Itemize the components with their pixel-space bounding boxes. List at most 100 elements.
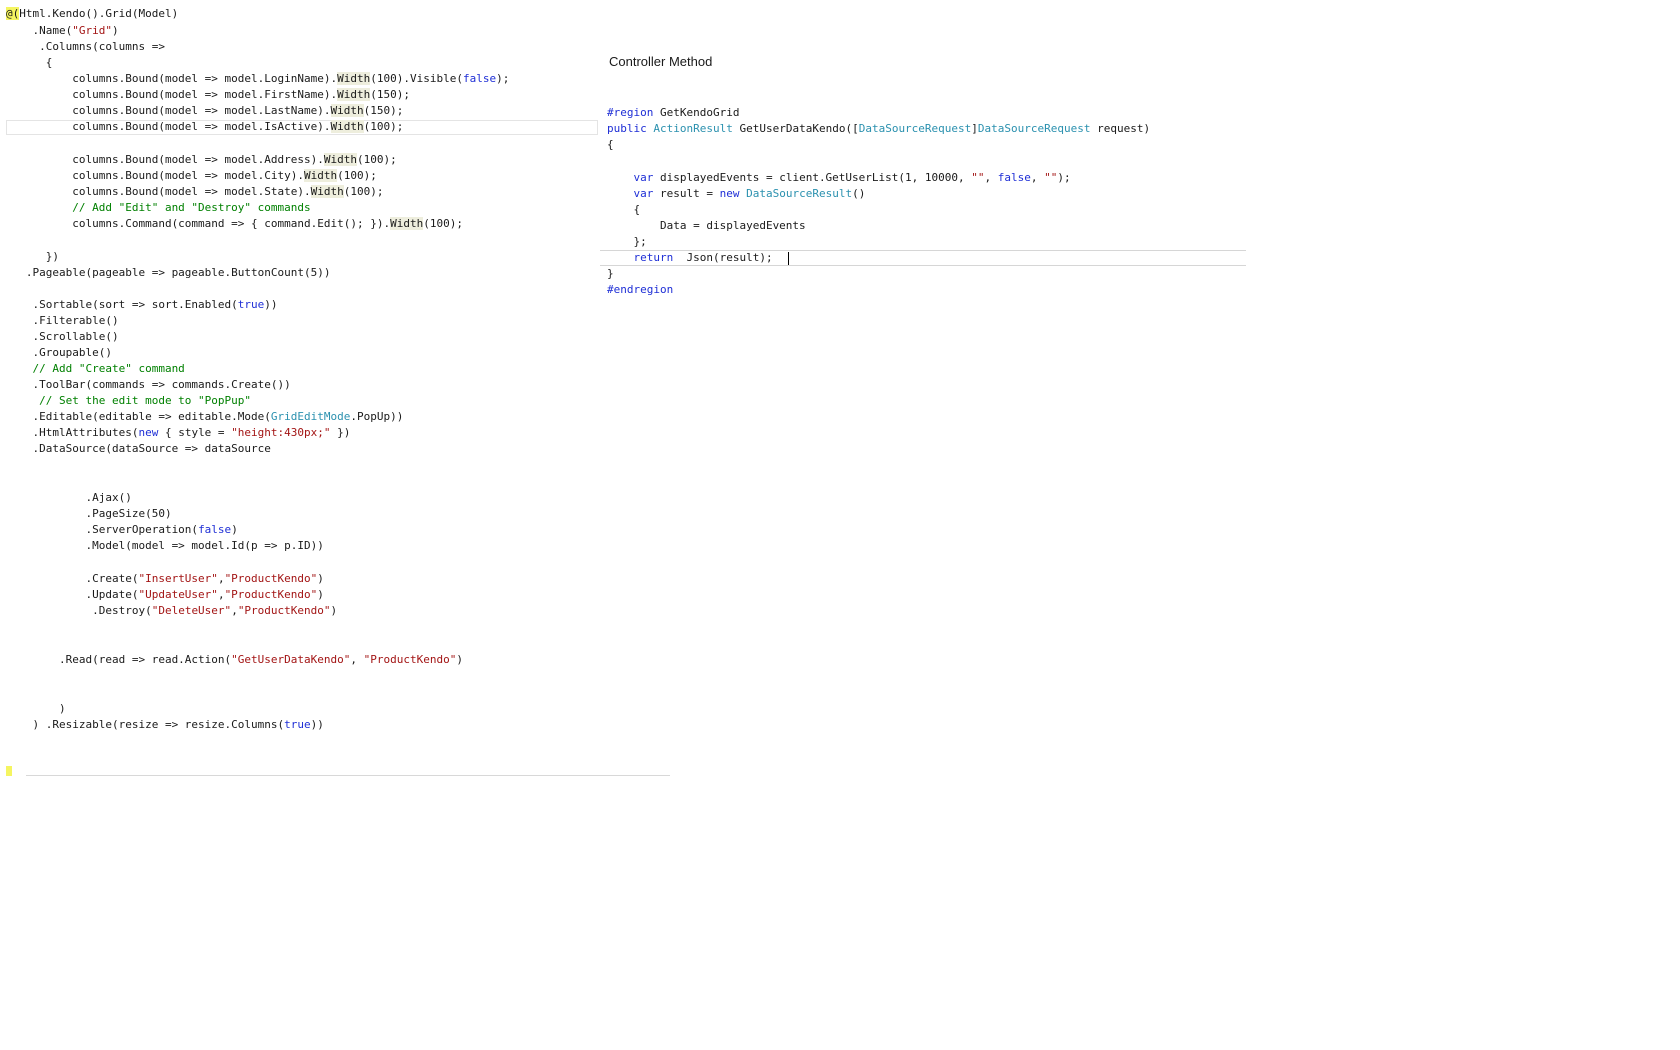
code-token: request) [1090,122,1151,135]
code-token: (150); [370,88,411,101]
text-caret [788,252,789,265]
code-line: .Ajax() [6,490,132,506]
code-line: var displayedEvents = client.GetUserList… [607,170,1071,186]
code-token: #endregion [607,283,674,296]
code-token: )) [264,298,278,311]
code-line: columns.Bound(model => model.LoginName).… [6,71,509,87]
code-token: columns.Bound(model => model.City). [6,169,305,182]
code-token: Width [337,72,371,85]
code-token: return [633,251,674,264]
code-line: return Json(result); [607,250,773,266]
code-token: columns.Bound(model => model.IsActive). [6,120,331,133]
code-token: }) [330,426,351,439]
code-token: (100).Visible( [370,72,463,85]
code-token: "ProductKendo" [224,572,318,585]
code-token: }; [607,235,647,248]
code-line: var result = new DataSourceResult() [607,186,866,202]
code-line: Data = displayedEvents [607,218,806,234]
code-token: "GetUserDataKendo" [231,653,351,666]
code-token: var [633,187,654,200]
code-line: public ActionResult GetUserDataKendo([Da… [607,121,1150,137]
code-token: Width [310,185,344,198]
code-line: .Destroy("DeleteUser","ProductKendo") [6,603,337,619]
code-line: columns.Bound(model => model.Address).Wi… [6,152,397,168]
code-token: .Pageable(pageable => pageable.ButtonCou… [6,266,331,279]
code-line: #endregion [607,282,673,298]
code-line: ) .Resizable(resize => resize.Columns(tr… [6,717,324,733]
code-line: .Model(model => model.Id(p => p.ID)) [6,538,324,554]
code-line: .Name("Grid") [6,23,118,39]
controller-method-code-editor[interactable]: #region GetKendoGrid public ActionResult … [607,0,1247,300]
code-token: (100); [337,169,377,182]
code-token: #region [607,106,654,119]
code-token: .Destroy( [6,604,152,617]
code-token: )) [310,718,324,731]
code-token: ) [456,653,463,666]
code-token: .Ajax() [6,491,132,504]
code-token: () [852,187,866,200]
code-token: .PageSize(50) [6,507,172,520]
code-line: .Scrollable() [6,329,119,345]
code-token: (100); [343,185,384,198]
code-token: , [217,572,225,585]
code-token: .Groupable() [6,346,112,359]
code-line: }; [607,234,647,250]
code-token: .Update( [6,588,139,601]
code-line: #region GetKendoGrid [607,105,739,121]
brace-match-marker [6,766,12,776]
code-line: .Update("UpdateUser","ProductKendo") [6,587,324,603]
code-token: "DeleteUser" [151,604,232,617]
razor-view-code-editor[interactable]: @(Html.Kendo().Grid(Model) .Name("Grid")… [6,0,606,780]
code-token: DataSourceRequest [858,122,972,135]
code-line: .Create("InsertUser","ProductKendo") [6,571,324,587]
code-token: columns.Bound(model => model.LoginName). [6,72,338,85]
code-line: .HtmlAttributes(new { style = "height:43… [6,425,350,441]
code-token: Width [390,217,424,230]
code-token: "UpdateUser" [138,588,218,601]
code-token: displayedEvents = client.GetUserList(1, … [653,171,972,184]
code-token: .Read(read => read.Action( [6,653,232,666]
code-token: columns.Bound(model => model.FirstName). [6,88,338,101]
code-token: ) [6,702,66,715]
code-token: .Columns(columns => [6,40,165,53]
code-token: .Editable(editable => editable.Mode( [6,410,271,423]
code-line: columns.Bound(model => model.IsActive).W… [6,119,403,135]
code-token: { [6,56,53,69]
code-token: false [462,72,497,85]
code-line: .DataSource(dataSource => dataSource [6,441,270,457]
code-line: .Columns(columns => [6,39,165,55]
code-token: DataSourceResult [746,187,853,200]
code-token: var [633,171,654,184]
code-line: .Filterable() [6,313,118,329]
code-line: ) [6,701,66,717]
code-token: // Add "Create" command [6,362,185,375]
code-token: { [607,138,614,151]
code-token: ) [317,588,324,601]
code-token: .Scrollable() [6,330,119,343]
code-token: "height:430px;" [231,426,331,439]
code-line: .Sortable(sort => sort.Enabled(true)) [6,297,278,313]
code-token: (150); [363,104,404,117]
code-line: columns.Command(command => { command.Edi… [6,216,463,232]
code-line: columns.Bound(model => model.LastName).W… [6,103,403,119]
editor-bottom-rule [26,775,670,776]
code-token: "Grid" [72,24,112,37]
code-token: .Name( [6,24,73,37]
code-token: , [984,171,998,184]
code-token: .Model(model => model.Id(p => p.ID)) [6,539,324,552]
code-token: .Create( [6,572,139,585]
code-line: .Editable(editable => editable.Mode(Grid… [6,409,403,425]
code-token: public [607,122,647,135]
code-token: ) [317,572,324,585]
code-token: Width [330,120,364,133]
code-token: , [1030,171,1045,184]
code-line: .ServerOperation(false) [6,522,237,538]
code-token: Width [330,104,364,117]
code-token: , [350,653,364,666]
code-token: true [284,718,311,731]
code-token: new [719,187,740,200]
code-token: { style = [158,426,232,439]
code-token: "" [971,171,985,184]
code-token: ); [496,72,510,85]
